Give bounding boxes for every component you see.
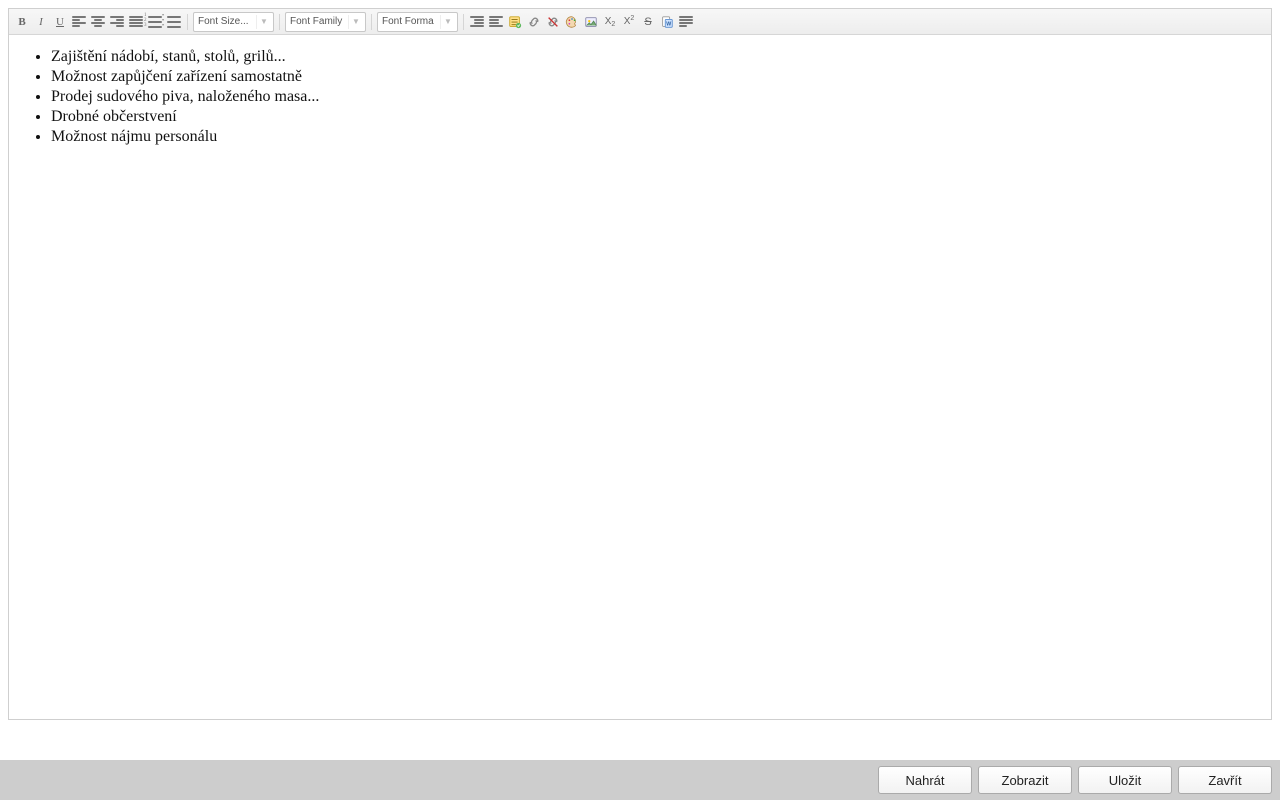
superscript-button[interactable]: X 2 <box>620 13 638 31</box>
show-button[interactable]: Zobrazit <box>978 766 1072 794</box>
palette-icon <box>565 15 579 29</box>
editor-toolbar: B I U 1 2 3 <box>9 9 1271 35</box>
link-icon <box>527 15 541 29</box>
align-center-icon <box>91 16 105 28</box>
list-item[interactable]: Drobné občerstvení <box>51 107 1253 127</box>
subscript-button[interactable]: X 2 <box>601 13 619 31</box>
remove-format-button[interactable] <box>677 13 695 31</box>
underline-button[interactable]: U <box>51 13 69 31</box>
insert-link-button[interactable] <box>525 13 543 31</box>
superscript-icon: X <box>624 16 631 27</box>
footer-bar: Nahrát Zobrazit Uložit Zavřít <box>0 760 1280 800</box>
list-item[interactable]: Prodej sudového piva, naloženého masa... <box>51 87 1253 107</box>
toolbar-separator <box>463 14 464 30</box>
editor-container: B I U 1 2 3 <box>8 8 1272 720</box>
color-picker-button[interactable] <box>563 13 581 31</box>
strikethrough-button[interactable]: S <box>639 13 657 31</box>
chevron-down-icon: ▼ <box>440 15 455 29</box>
toolbar-separator <box>279 14 280 30</box>
insert-note-button[interactable] <box>506 13 524 31</box>
chevron-down-icon: ▼ <box>256 15 271 29</box>
close-button[interactable]: Zavřít <box>1178 766 1272 794</box>
align-justify-button[interactable] <box>127 13 145 31</box>
paste-word-button[interactable]: W <box>658 13 676 31</box>
font-family-label: Font Family <box>290 16 346 27</box>
chevron-down-icon: ▼ <box>348 15 363 29</box>
unlink-icon <box>546 15 560 29</box>
list-item[interactable]: Možnost zapůjčení zařízení samostatně <box>51 67 1253 87</box>
list-item[interactable]: Možnost nájmu personálu <box>51 127 1253 147</box>
indent-icon <box>489 16 503 28</box>
insert-image-button[interactable] <box>582 13 600 31</box>
outdent-icon <box>470 16 484 28</box>
note-icon <box>508 15 522 29</box>
align-right-icon <box>110 16 124 28</box>
toolbar-separator <box>371 14 372 30</box>
remove-format-icon <box>679 16 693 28</box>
align-left-icon <box>72 16 86 28</box>
font-format-label: Font Forma <box>382 16 438 27</box>
align-center-button[interactable] <box>89 13 107 31</box>
upload-button[interactable]: Nahrát <box>878 766 972 794</box>
ordered-list-icon: 1 2 3 <box>148 16 162 28</box>
bold-button[interactable]: B <box>13 13 31 31</box>
font-size-dropdown[interactable]: Font Size... ▼ <box>193 12 274 32</box>
align-right-button[interactable] <box>108 13 126 31</box>
svg-text:W: W <box>666 21 671 27</box>
indent-button[interactable] <box>487 13 505 31</box>
editor-content-area[interactable]: Zajištění nádobí, stanů, stolů, grilů...… <box>9 35 1271 719</box>
align-justify-icon <box>129 16 143 28</box>
font-format-dropdown[interactable]: Font Forma ▼ <box>377 12 458 32</box>
image-icon <box>584 15 598 29</box>
font-size-label: Font Size... <box>198 16 254 27</box>
list-item[interactable]: Zajištění nádobí, stanů, stolů, grilů... <box>51 47 1253 67</box>
italic-button[interactable]: I <box>32 13 50 31</box>
unordered-list-icon: • • • <box>167 16 181 28</box>
unlink-button[interactable] <box>544 13 562 31</box>
paste-word-icon: W <box>660 15 674 29</box>
align-left-button[interactable] <box>70 13 88 31</box>
save-button[interactable]: Uložit <box>1078 766 1172 794</box>
font-family-dropdown[interactable]: Font Family ▼ <box>285 12 366 32</box>
toolbar-separator <box>187 14 188 30</box>
subscript-icon: X <box>605 16 612 27</box>
unordered-list-button[interactable]: • • • <box>165 13 183 31</box>
outdent-button[interactable] <box>468 13 486 31</box>
content-list: Zajištění nádobí, stanů, stolů, grilů...… <box>37 47 1253 147</box>
